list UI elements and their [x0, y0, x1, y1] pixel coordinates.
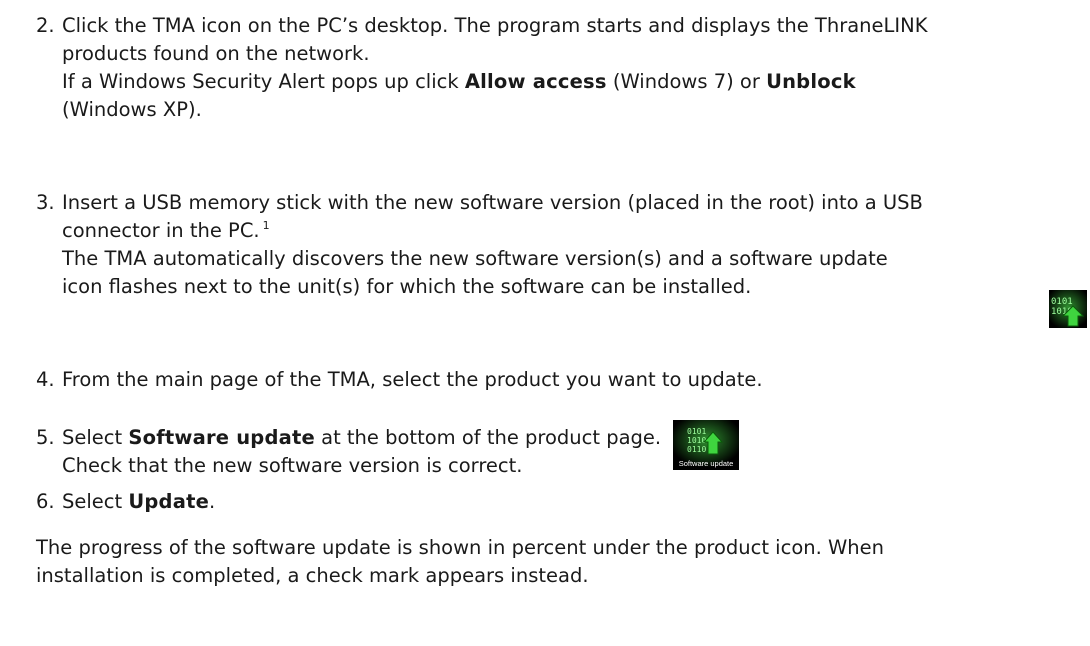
step-text: Check that the new software version is c… — [62, 454, 523, 477]
step-text: icon flashes next to the unit(s) for whi… — [62, 275, 752, 298]
closing-text: installation is completed, a check mark … — [36, 564, 589, 587]
step-text: (Windows XP). — [62, 98, 202, 121]
svg-text:0101: 0101 — [687, 427, 706, 436]
step-text: From the main page of the TMA, select th… — [62, 368, 763, 391]
step-5: 5. Select Software update at the bottom … — [36, 424, 1084, 480]
step-text: Click the TMA icon on the PC’s desktop. … — [62, 14, 928, 37]
ui-term-unblock: Unblock — [766, 70, 856, 93]
step-text: If a Windows Security Alert pops up clic… — [62, 70, 856, 93]
icon-caption: Software update — [678, 459, 734, 468]
step-text: Select Software update at the bottom of … — [62, 426, 662, 449]
step-6: 6. Select Update. — [36, 488, 1084, 516]
step-text: products found on the network. — [62, 42, 370, 65]
step-text: The TMA automatically discovers the new … — [62, 247, 888, 270]
step-2: 2. Click the TMA icon on the PC’s deskto… — [36, 12, 1084, 124]
step-number: 2. — [36, 14, 55, 37]
software-update-icon: 0101 1010 — [1049, 290, 1087, 328]
step-text: Select Update. — [62, 490, 216, 513]
step-4: 4. From the main page of the TMA, select… — [36, 366, 1084, 394]
software-update-button-icon: 0101 1010 0110 Software update — [673, 420, 739, 470]
step-text: connector in the PC. 1 — [62, 219, 270, 242]
step-text: Insert a USB memory stick with the new s… — [62, 191, 923, 214]
ui-term-software-update: Software update — [128, 426, 315, 449]
closing-text: The progress of the software update is s… — [36, 536, 885, 559]
svg-text:0110: 0110 — [687, 445, 706, 454]
svg-text:1010: 1010 — [687, 436, 706, 445]
ui-term-allow-access: Allow access — [464, 70, 607, 93]
step-3: 3. Insert a USB memory stick with the ne… — [36, 189, 1084, 301]
step-number: 4. — [36, 368, 55, 391]
footnote-marker: 1 — [262, 219, 270, 232]
closing-paragraph: The progress of the software update is s… — [36, 534, 1076, 590]
svg-text:0101: 0101 — [1051, 297, 1073, 307]
step-number: 5. — [36, 426, 55, 449]
step-number: 3. — [36, 191, 55, 214]
ui-term-update: Update — [128, 490, 210, 513]
step-number: 6. — [36, 490, 55, 513]
